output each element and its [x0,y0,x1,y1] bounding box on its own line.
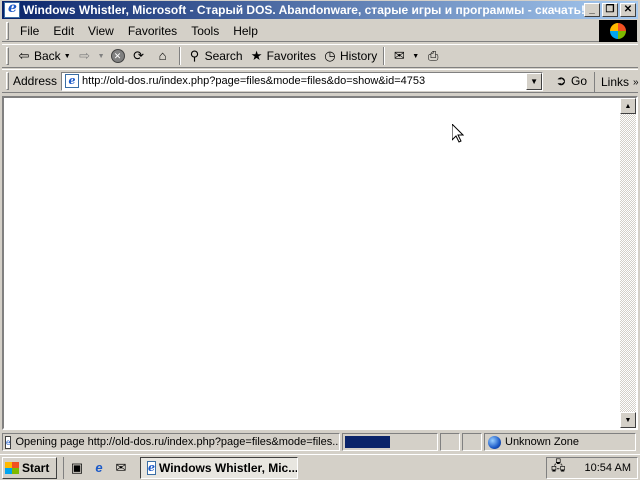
scroll-up-button[interactable]: ▲ [620,98,636,114]
back-arrow-icon: ⇦ [18,48,30,63]
mail-icon: ✉ [393,48,405,63]
taskbar-item-browser[interactable]: e Windows Whistler, Mic... [140,456,298,479]
status-bar: e Opening page http://old-dos.ru/index.p… [2,432,638,452]
forward-button[interactable]: ⇨ ▼ [74,46,108,66]
refresh-button[interactable]: ⟳ [128,46,152,66]
back-button[interactable]: ⇦ Back ▼ [13,46,74,66]
menu-edit[interactable]: Edit [46,24,81,38]
address-dropdown-icon[interactable]: ▼ [526,72,543,90]
window-title: Windows Whistler, Microsoft - Старый DOS… [23,3,588,17]
stop-button[interactable]: ✕ [108,46,128,66]
home-icon: ⌂ [158,48,167,63]
toolbar-separator [178,47,181,65]
maximize-button[interactable]: ❐ [602,3,618,17]
zone-label: Unknown Zone [505,436,579,448]
page-content[interactable]: ▲ ▼ [2,96,638,430]
menu-tools[interactable]: Tools [184,24,226,38]
quick-launch: ▣ e ✉ [63,456,134,479]
favorites-label: Favorites [266,49,316,63]
refresh-icon: ⟳ [133,48,145,63]
network-icon[interactable]: 🖧 [551,457,566,479]
mail-dropdown-icon[interactable]: ▼ [412,53,419,60]
clock[interactable]: 10:54 AM [585,462,631,474]
status-panel-empty [462,433,482,451]
address-input[interactable] [82,75,523,87]
go-arrow-icon: ➲ [555,73,567,88]
close-button[interactable]: ✕ [620,3,636,17]
print-button[interactable]: ⎙ [422,46,446,66]
browser-window: Windows Whistler, Microsoft - Старый DOS… [0,0,640,454]
system-tray: 🖧 10:54 AM [546,457,638,479]
history-label: History [339,49,378,63]
ie-icon: e [147,460,156,475]
menu-bar: File Edit View Favorites Tools Help [2,20,638,42]
search-button[interactable]: ⚲ Search [184,46,246,66]
toolbar-grip[interactable] [6,21,9,40]
toolbar-grip[interactable] [6,47,9,65]
windows-flag-icon [5,461,19,474]
search-label: Search [204,49,243,63]
mouse-cursor-icon [452,124,464,143]
standard-toolbar: ⇦ Back ▼ ⇨ ▼ ✕ ⟳ ⌂ ⚲ Search ★ Favorites … [2,44,638,68]
windows-logo [599,20,637,42]
menu-favorites[interactable]: Favorites [121,24,184,38]
start-label: Start [22,460,50,475]
ie-icon [4,0,20,18]
windows-flag-icon [610,23,626,39]
status-text-panel: e Opening page http://old-dos.ru/index.p… [2,433,340,451]
printer-icon: ⎙ [428,48,439,63]
search-icon: ⚲ [189,48,200,63]
globe-icon [488,435,501,449]
history-button[interactable]: ◷ History [319,46,380,66]
menu-view[interactable]: View [81,24,121,38]
toolbar-separator [383,47,386,65]
progress-panel [342,433,438,451]
back-dropdown-icon[interactable]: ▼ [64,53,71,60]
toolbar-grip[interactable] [6,72,9,90]
vertical-scrollbar[interactable]: ▲ ▼ [620,98,636,428]
home-button[interactable]: ⌂ [152,46,176,66]
outlook-icon[interactable]: ✉ [112,459,130,477]
progress-bar [345,436,435,448]
go-button[interactable]: ➲ Go [549,73,591,89]
scroll-down-button[interactable]: ▼ [620,412,636,428]
back-label: Back [34,49,61,63]
page-icon: e [65,74,80,88]
progress-fill [345,436,390,448]
ie-icon[interactable]: e [90,459,108,477]
loading-page-icon: e [5,435,12,449]
go-label: Go [571,74,588,88]
taskbar-item-label: Windows Whistler, Mic... [159,460,298,475]
minimize-button[interactable]: _ [584,3,600,17]
status-panel-empty [440,433,460,451]
links-label: Links [601,75,630,89]
window-controls: _ ❐ ✕ [584,3,636,17]
address-bar: Address e ▼ ➲ Go Links » [2,69,639,93]
forward-arrow-icon: ⇨ [79,48,91,63]
stop-icon: ✕ [110,49,125,63]
mail-button[interactable]: ✉ ▼ [388,46,422,66]
security-zone-panel[interactable]: Unknown Zone [484,433,636,451]
address-label: Address [13,74,58,88]
taskbar: Start ▣ e ✉ e Windows Whistler, Mic... 🖧… [0,454,640,480]
favorites-button[interactable]: ★ Favorites [246,46,319,66]
links-button[interactable]: Links » [594,72,639,92]
address-field[interactable]: e ▼ [61,71,544,91]
menu-file[interactable]: File [13,24,46,38]
favorites-icon: ★ [250,48,263,63]
status-text: Opening page http://old-dos.ru/index.php… [15,436,340,448]
history-icon: ◷ [324,48,336,63]
forward-dropdown-icon[interactable]: ▼ [98,53,105,60]
menu-help[interactable]: Help [226,24,265,38]
desktop-icon[interactable]: ▣ [68,459,86,477]
chevron-right-icon: » [633,76,639,88]
title-bar[interactable]: Windows Whistler, Microsoft - Старый DOS… [2,0,638,19]
start-button[interactable]: Start [2,456,57,479]
